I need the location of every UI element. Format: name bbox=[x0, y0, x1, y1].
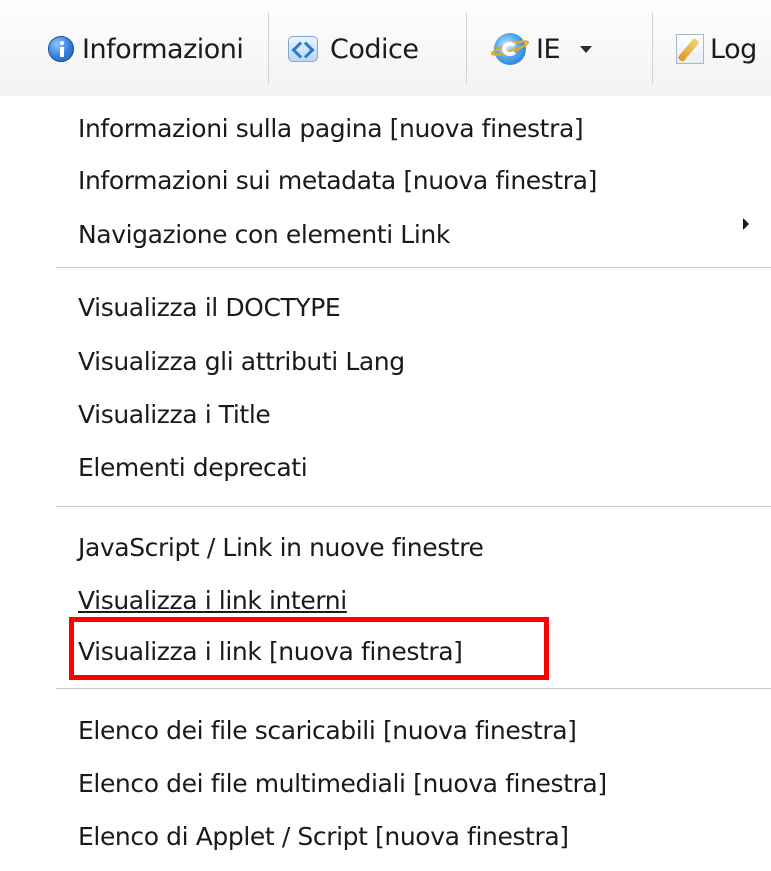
menu-separator bbox=[56, 267, 771, 268]
log-button[interactable]: Log bbox=[676, 26, 757, 72]
info-icon bbox=[48, 36, 74, 62]
menu-item-javascript-link[interactable]: JavaScript / Link in nuove finestre bbox=[78, 526, 771, 570]
menu-item-file-multimediali[interactable]: Elenco dei file multimediali [nuova fine… bbox=[78, 762, 771, 806]
menu-item-label: Visualizza i link interni bbox=[78, 586, 347, 615]
menu-item-label: Elenco dei file scaricabili [nuova fines… bbox=[78, 716, 577, 745]
informazioni-label: Informazioni bbox=[82, 33, 244, 65]
menu-item-label: Navigazione con elementi Link bbox=[78, 220, 450, 249]
menu-item-label: Elenco di Applet / Script [nuova finestr… bbox=[78, 822, 569, 851]
toolbar-separator bbox=[268, 12, 269, 84]
menu-item-applet-script[interactable]: Elenco di Applet / Script [nuova finestr… bbox=[78, 815, 771, 859]
codice-label: Codice bbox=[330, 33, 419, 65]
menu-item-label: Visualizza il DOCTYPE bbox=[78, 293, 341, 322]
toolbar: Informazioni Codice IE Log bbox=[0, 0, 771, 97]
code-icon bbox=[288, 36, 318, 62]
log-label: Log bbox=[710, 33, 757, 65]
ie-button[interactable]: IE bbox=[494, 26, 593, 72]
menu-separator bbox=[56, 506, 771, 507]
menu-item-doctype[interactable]: Visualizza il DOCTYPE bbox=[78, 286, 771, 330]
menu-item-informazioni-pagina[interactable]: Informazioni sulla pagina [nuova finestr… bbox=[78, 107, 771, 151]
menu-item-navigazione-link[interactable]: Navigazione con elementi Link bbox=[78, 213, 771, 257]
informazioni-dropdown-menu: Informazioni sulla pagina [nuova finestr… bbox=[0, 96, 771, 871]
menu-item-label: Informazioni sulla pagina [nuova finestr… bbox=[78, 114, 584, 143]
log-icon bbox=[676, 34, 704, 64]
menu-item-elementi-deprecati[interactable]: Elementi deprecati bbox=[78, 446, 771, 490]
menu-item-label: JavaScript / Link in nuove finestre bbox=[78, 533, 484, 562]
menu-item-label: Elenco dei file multimediali [nuova fine… bbox=[78, 769, 607, 798]
chevron-right-icon bbox=[743, 218, 749, 230]
menu-item-informazioni-metadata[interactable]: Informazioni sui metadata [nuova finestr… bbox=[78, 159, 771, 203]
menu-item-file-scaricabili[interactable]: Elenco dei file scaricabili [nuova fines… bbox=[78, 709, 771, 753]
ie-icon bbox=[494, 33, 526, 65]
menu-item-label: Elementi deprecati bbox=[78, 453, 308, 482]
menu-separator bbox=[56, 688, 771, 689]
highlight-box bbox=[69, 617, 549, 680]
menu-item-label: Visualizza i Title bbox=[78, 400, 271, 429]
menu-item-label: Informazioni sui metadata [nuova finestr… bbox=[78, 166, 597, 195]
toolbar-separator bbox=[652, 12, 653, 84]
chevron-down-icon[interactable] bbox=[580, 45, 593, 53]
menu-item-attributi-lang[interactable]: Visualizza gli attributi Lang bbox=[78, 340, 771, 384]
menu-item-title[interactable]: Visualizza i Title bbox=[78, 393, 771, 437]
ie-label: IE bbox=[536, 33, 561, 65]
codice-button[interactable]: Codice bbox=[288, 26, 419, 72]
informazioni-button[interactable]: Informazioni bbox=[48, 26, 244, 72]
menu-item-label: Visualizza gli attributi Lang bbox=[78, 347, 405, 376]
toolbar-separator bbox=[466, 12, 467, 84]
